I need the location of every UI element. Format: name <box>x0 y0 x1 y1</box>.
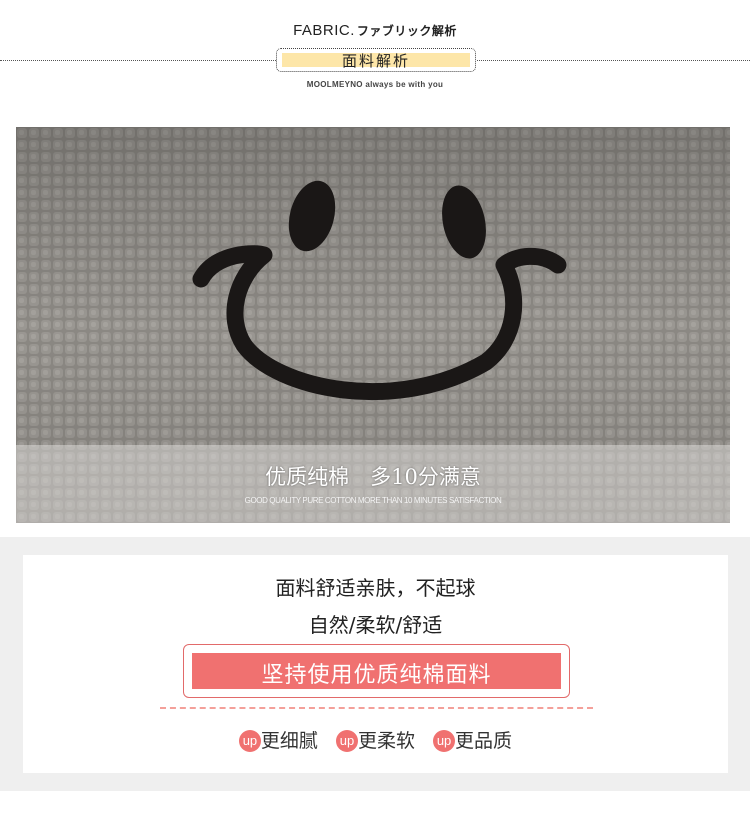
comfort-headline: 面料舒适亲肤，不起球 <box>275 576 476 600</box>
brand-tagline: MOOLMEYNO always be with you <box>306 80 444 89</box>
feature-list: up 更细腻 up 更柔软 up 更品质 <box>23 726 728 753</box>
fabric-title: FABRIC. ファブリック解析 <box>0 22 750 39</box>
title-en: FABRIC. <box>293 22 355 39</box>
banner-fill: 坚持使用优质纯棉面料 <box>192 653 561 689</box>
banner-label: 坚持使用优质纯棉面料 <box>261 663 492 688</box>
dotted-divider-left <box>0 60 276 61</box>
info-card: 面料舒适亲肤，不起球 自然/柔软/舒适 坚持使用优质纯棉面料 up 更细腻 up 更… <box>23 555 728 773</box>
up-badge-icon: up <box>238 730 261 752</box>
feature-softer: up 更柔软 <box>335 726 415 753</box>
badge-label: 面料解析 <box>341 52 410 70</box>
feature-quality: up 更品质 <box>433 726 512 753</box>
up-badge-icon: up <box>433 730 456 752</box>
title-jp: ファブリック解析 <box>356 24 457 38</box>
comfort-attributes: 自然/柔软/舒适 <box>308 613 443 637</box>
section-header: FABRIC. ファブリック解析 面料解析 MOOLMEYNO always be… <box>0 0 750 120</box>
feature-label: 更品质 <box>455 730 513 752</box>
photo-caption-en: GOOD QUALITY PURE COTTON MORE THAN 10 MI… <box>244 496 502 505</box>
feature-label: 更柔软 <box>357 730 415 752</box>
fabric-photo: 优质纯棉 多10分满意 GOOD QUALITY PURE COTTON MOR… <box>16 127 730 523</box>
photo-caption: 优质纯棉 多10分满意 <box>265 465 481 489</box>
dashed-divider <box>160 707 593 709</box>
dotted-divider-right <box>474 60 750 61</box>
up-badge-icon: up <box>335 730 358 752</box>
feature-label: 更细腻 <box>260 730 318 752</box>
section-badge: 面料解析 <box>276 48 476 72</box>
cotton-banner: 坚持使用优质纯棉面料 <box>183 644 570 698</box>
feature-finer: up 更细腻 <box>238 726 318 753</box>
